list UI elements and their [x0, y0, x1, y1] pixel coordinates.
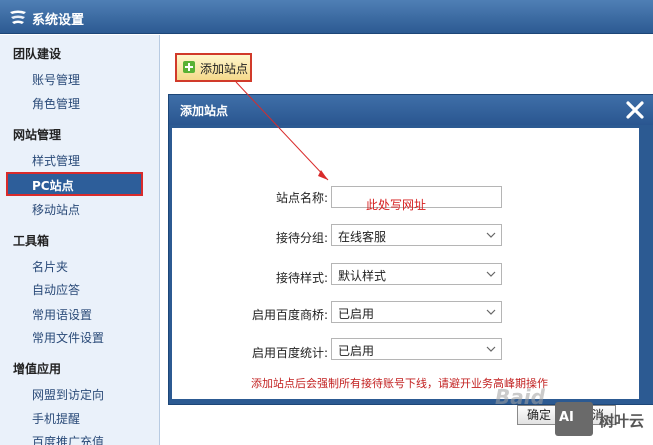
app-title: 系统设置 [32, 13, 85, 28]
style-label: 接待样式: [275, 271, 328, 285]
baidu-bridge-select[interactable]: 已启用 [331, 301, 502, 323]
site-name-label: 站点名称: [275, 191, 328, 205]
dialog-title: 添加站点 [180, 104, 229, 118]
sidebar-item-pc-site[interactable]: PC站点 [6, 172, 143, 196]
chevron-down-icon [486, 346, 496, 352]
add-site-label: 添加站点 [200, 62, 249, 76]
sidebar-item-label: PC站点 [32, 179, 74, 193]
sidebar-item-phrases[interactable]: 常用语设置 [32, 306, 92, 323]
sidebar-group-value-added: 增值应用 [13, 362, 62, 376]
style-value: 默认样式 [338, 269, 387, 283]
watermark: AI 树叶云 [555, 402, 653, 445]
chevron-down-icon [486, 309, 496, 315]
sidebar-item-cards[interactable]: 名片夹 [32, 258, 68, 275]
sidebar-item-styles[interactable]: 样式管理 [32, 152, 80, 169]
close-icon[interactable] [625, 100, 645, 120]
watermark-logo: AI [555, 402, 593, 436]
watermark-logo-text: AI [559, 410, 574, 425]
sidebar-item-roles[interactable]: 角色管理 [32, 95, 80, 112]
group-select[interactable]: 在线客服 [331, 224, 502, 246]
style-select[interactable]: 默认样式 [331, 263, 502, 285]
sidebar-item-accounts[interactable]: 账号管理 [32, 71, 80, 88]
sidebar-group-team: 团队建设 [13, 47, 62, 61]
sidebar-item-alliance[interactable]: 网盟到访定向 [32, 386, 104, 403]
sidebar: 团队建设 账号管理 角色管理 网站管理 样式管理 PC站点 移动站点 工具箱 名… [0, 35, 160, 445]
title-bar: 系统设置 [0, 0, 653, 34]
baidu-bridge-value: 已启用 [338, 307, 375, 321]
baidu-bridge-label: 启用百度商桥: [251, 308, 328, 322]
dialog-body: 站点名称: 此处写网址 接待分组: 在线客服 接待样式: 默认样式 启用百度商桥… [172, 128, 639, 425]
site-name-hint: 此处写网址 [366, 198, 427, 212]
sidebar-item-files[interactable]: 常用文件设置 [32, 329, 104, 346]
add-site-dialog: 添加站点 站点名称: 此处写网址 接待分组: 在线客服 接待样式: 默认样式 启… [168, 94, 653, 425]
baidu-watermark: Baid [495, 385, 545, 409]
baidu-stats-label: 启用百度统计: [251, 346, 328, 360]
chevron-down-icon [486, 271, 496, 277]
sidebar-item-mobile-alert[interactable]: 手机提醒 [32, 410, 80, 427]
group-value: 在线客服 [338, 230, 387, 244]
watermark-brand: 树叶云 [599, 412, 645, 430]
add-site-button[interactable]: 添加站点 [175, 53, 252, 82]
sidebar-item-auto-reply[interactable]: 自动应答 [32, 281, 80, 298]
baidu-stats-select[interactable]: 已启用 [331, 338, 502, 360]
sidebar-item-baidu-recharge[interactable]: 百度推广充值 [32, 433, 104, 445]
sidebar-group-tools: 工具箱 [13, 234, 50, 248]
app-logo-icon [10, 10, 26, 24]
chevron-down-icon [486, 232, 496, 238]
sidebar-item-mobile-site[interactable]: 移动站点 [32, 201, 80, 218]
group-label: 接待分组: [275, 231, 328, 245]
baidu-stats-value: 已启用 [338, 344, 375, 358]
sidebar-group-website: 网站管理 [13, 128, 62, 142]
dialog-header: 添加站点 [169, 95, 653, 125]
plus-icon [183, 61, 195, 73]
